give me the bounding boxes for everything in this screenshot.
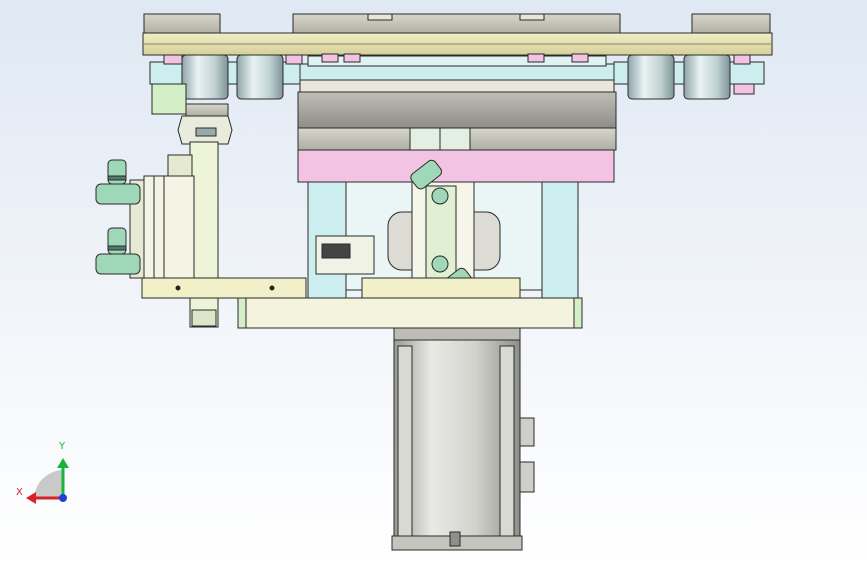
- motor-foot: [449, 531, 461, 547]
- left-support-assembly[interactable]: [149, 54, 303, 145]
- motor-fin-right: [499, 345, 515, 543]
- top-plate-notch: [367, 13, 393, 21]
- top-plate-tab-left: [143, 13, 221, 35]
- arm-hole-2: [269, 285, 275, 291]
- rod-bottom-cap: [191, 309, 217, 327]
- top-plate-notch-2: [519, 13, 545, 21]
- pink-bolt-1: [321, 53, 339, 63]
- cad-viewport[interactable]: Y X: [0, 0, 867, 562]
- right-pink-block: [733, 83, 755, 95]
- axis-triad: [26, 458, 69, 504]
- right-pink-washer: [733, 54, 751, 65]
- left-pink-washer-2: [285, 54, 303, 65]
- left-nut: [195, 127, 217, 137]
- center-pink-band: [297, 149, 615, 183]
- triad-y-arrowhead: [57, 458, 69, 468]
- base-plate-body: [237, 297, 583, 329]
- triad-y-label: Y: [59, 441, 66, 452]
- right-support-assembly[interactable]: [613, 54, 765, 100]
- rod-collar: [167, 154, 193, 178]
- arm-left: [141, 277, 307, 299]
- left-cylinder-2: [236, 54, 284, 100]
- triad-x-label: X: [16, 487, 23, 498]
- base-plate-end-left: [237, 297, 247, 329]
- center-upper-stack[interactable]: [297, 53, 617, 183]
- fitting-lower-body: [95, 253, 141, 275]
- pink-bolt-4: [571, 53, 589, 63]
- arm-right: [361, 277, 521, 299]
- right-cylinder-1: [627, 54, 675, 100]
- right-cylinder-2: [683, 54, 731, 100]
- fitting-upper-ring: [107, 175, 127, 181]
- base-plate[interactable]: [237, 297, 583, 329]
- top-plate-tab-right: [691, 13, 771, 35]
- top-plate-tab-center: [292, 13, 621, 35]
- left-green-block: [151, 83, 187, 115]
- roller-upper: [431, 187, 449, 205]
- motor-fin-left: [397, 345, 413, 543]
- motor-flange: [393, 327, 521, 341]
- fitting-upper-body: [95, 183, 141, 205]
- pink-bolt-3: [527, 53, 545, 63]
- triad-x-arrowhead: [26, 492, 36, 504]
- triad-plane-fill: [34, 470, 63, 498]
- motor-connector-2: [519, 461, 535, 493]
- roller-lower: [431, 255, 449, 273]
- fitting-lower-ring: [107, 245, 127, 251]
- frame-right-pillar: [541, 181, 579, 299]
- assembly-model[interactable]: [0, 0, 867, 562]
- left-pink-washer: [163, 54, 183, 65]
- motor-connector-1: [519, 417, 535, 447]
- servo-motor[interactable]: [391, 327, 535, 551]
- center-dark-body: [297, 91, 617, 131]
- cylinder-body: [143, 175, 195, 283]
- left-cylinder-1: [181, 54, 229, 100]
- sensor-bracket-dark: [321, 243, 351, 259]
- arm-hole-1: [175, 285, 181, 291]
- triad-z-origin: [59, 494, 67, 502]
- left-bearing-housing: [185, 103, 229, 117]
- center-grey-cap: [299, 79, 615, 93]
- pneumatic-cylinder[interactable]: [95, 159, 195, 283]
- top-plate[interactable]: [142, 13, 773, 56]
- base-plate-end-right: [573, 297, 583, 329]
- pink-bolt-2: [343, 53, 361, 63]
